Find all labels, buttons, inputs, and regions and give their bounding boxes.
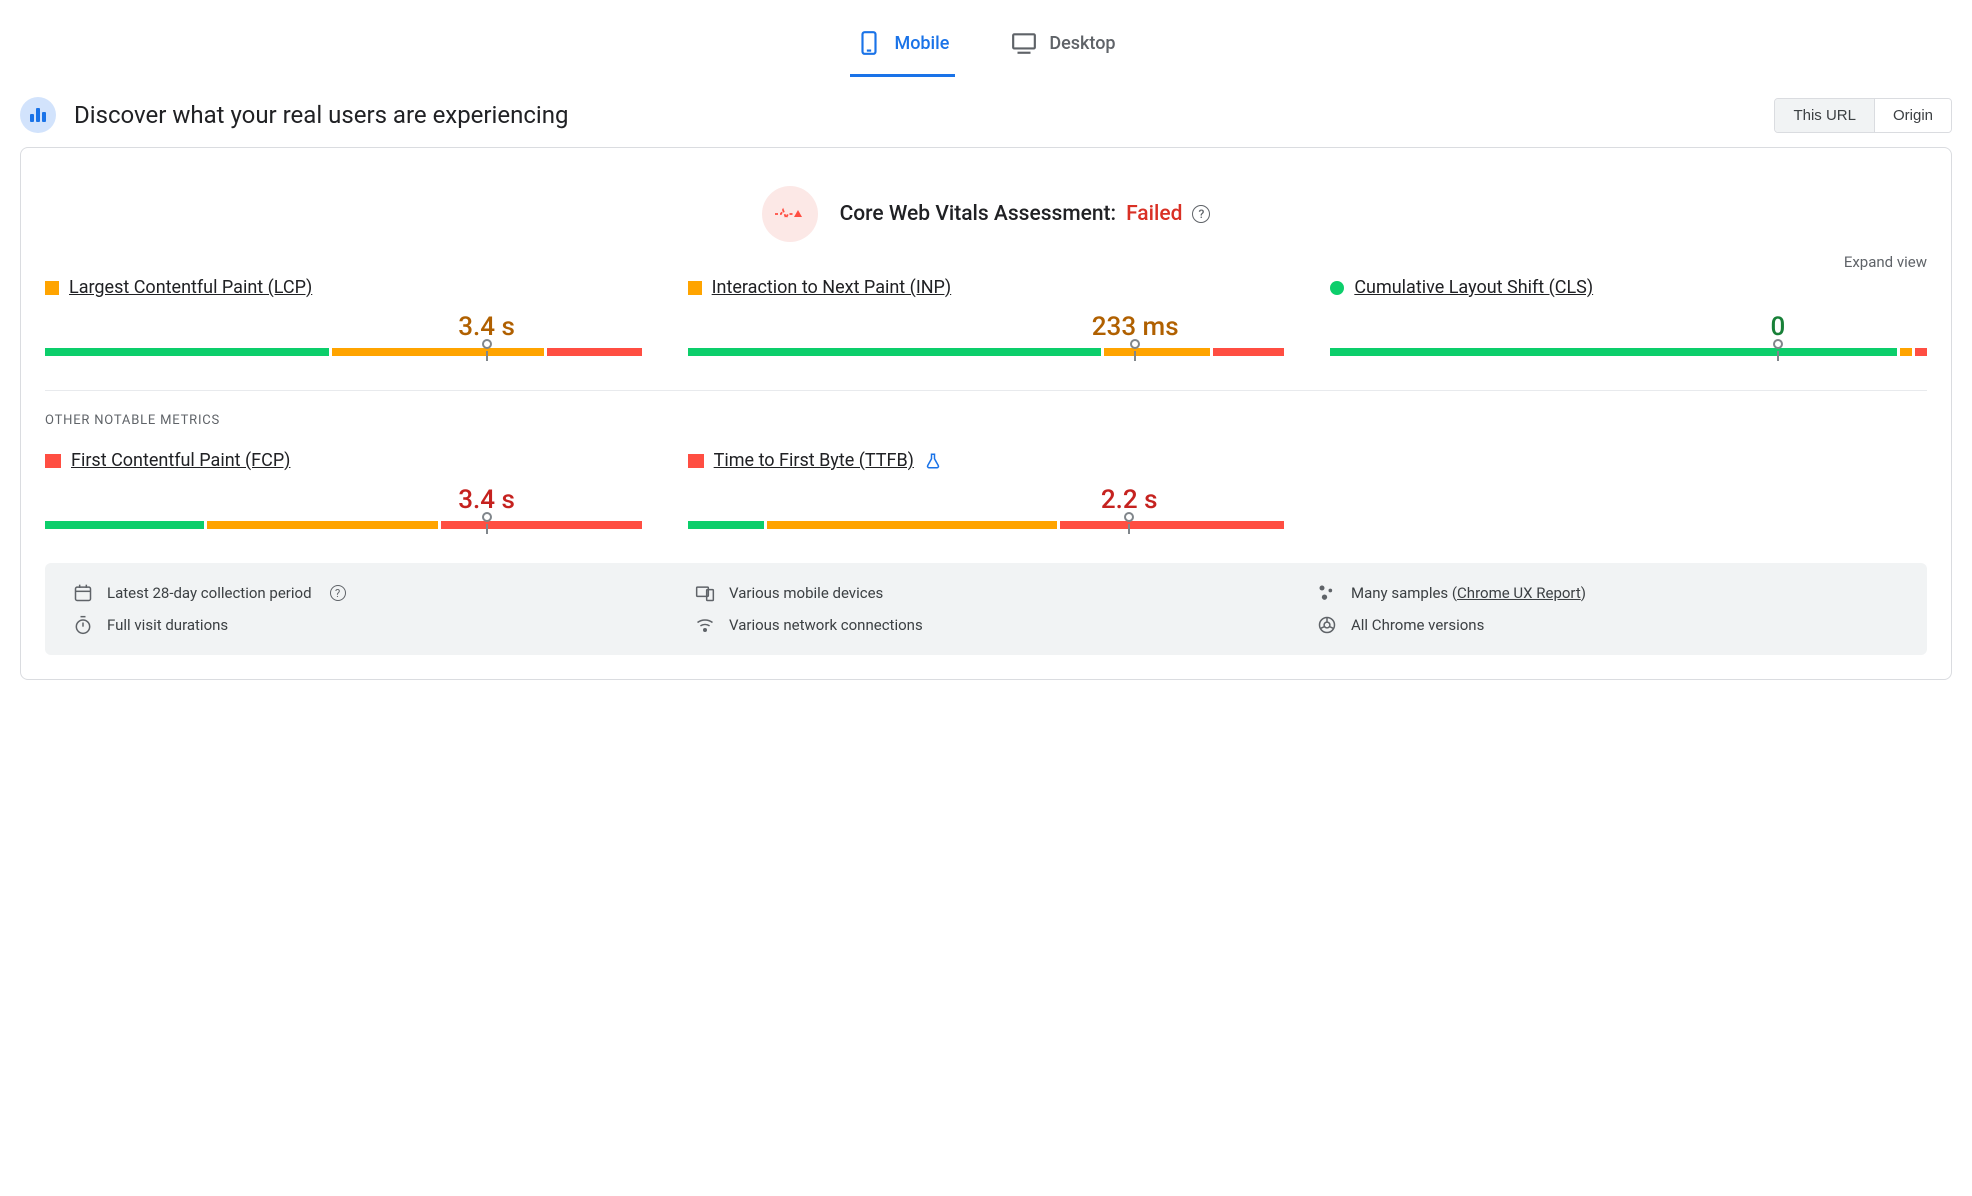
metric-lcp-name[interactable]: Largest Contentful Paint (LCP) (69, 277, 312, 298)
scatter-icon (1317, 583, 1337, 603)
metric-lcp-value: 3.4 s (458, 312, 515, 342)
metric-inp-name[interactable]: Interaction to Next Paint (INP) (712, 277, 952, 298)
expand-view-link[interactable]: Expand view (1844, 253, 1927, 271)
crux-icon (20, 97, 56, 133)
assessment-status: Failed (1126, 202, 1182, 226)
metric-ttfb-name[interactable]: Time to First Byte (TTFB) (714, 450, 914, 471)
metric-ttfb-value: 2.2 s (1101, 485, 1158, 515)
info-durations: Full visit durations (73, 615, 655, 635)
other-metrics-label: OTHER NOTABLE METRICS (45, 413, 1927, 428)
page-header: Discover what your real users are experi… (20, 97, 1952, 133)
metric-cls: Cumulative Layout Shift (CLS) 0 (1330, 277, 1927, 356)
info-network: Various network connections (695, 615, 1277, 635)
tab-desktop-label: Desktop (1049, 33, 1115, 54)
metric-inp: Interaction to Next Paint (INP) 233 ms (688, 277, 1285, 356)
info-collection-period: Latest 28-day collection period ? (73, 583, 655, 603)
metric-inp-value: 233 ms (1092, 312, 1179, 342)
chrome-ux-report-link[interactable]: Chrome UX Report (1457, 584, 1581, 602)
square-icon (688, 281, 702, 295)
calendar-icon (73, 583, 93, 603)
metric-ttfb: Time to First Byte (TTFB) 2.2 s (688, 450, 1285, 529)
cwv-card: Core Web Vitals Assessment: Failed ? Exp… (20, 147, 1952, 680)
square-icon (45, 281, 59, 295)
metric-fcp: First Contentful Paint (FCP) 3.4 s (45, 450, 642, 529)
metric-inp-bar (688, 348, 1285, 356)
metric-fcp-marker (482, 512, 492, 522)
metric-ttfb-marker (1124, 512, 1134, 522)
metric-ttfb-bar (688, 521, 1285, 529)
wifi-icon (695, 615, 715, 635)
metric-cls-name[interactable]: Cumulative Layout Shift (CLS) (1354, 277, 1593, 298)
core-metrics-grid: Largest Contentful Paint (LCP) 3.4 s Int… (45, 277, 1927, 356)
desktop-icon (1011, 30, 1037, 56)
metric-cls-marker (1773, 339, 1783, 349)
vitals-status-icon (762, 186, 818, 242)
assessment-help-icon[interactable]: ? (1192, 205, 1210, 223)
metric-lcp-marker (482, 339, 492, 349)
scope-origin-button[interactable]: Origin (1874, 99, 1951, 132)
mobile-icon (856, 30, 882, 56)
assessment-label: Core Web Vitals Assessment: (840, 202, 1117, 226)
info-bar: Latest 28-day collection period ? Variou… (45, 563, 1927, 655)
info-samples: Many samples (Chrome UX Report) (1317, 583, 1899, 603)
info-devices: Various mobile devices (695, 583, 1277, 603)
tab-mobile[interactable]: Mobile (850, 20, 955, 77)
metric-cls-bar (1330, 348, 1927, 356)
device-tabs: Mobile Desktop (20, 0, 1952, 77)
other-metrics-grid: First Contentful Paint (FCP) 3.4 s Time … (45, 450, 1927, 529)
triangle-icon (688, 454, 704, 468)
scope-segmented-control: This URL Origin (1774, 98, 1952, 133)
metric-fcp-bar (45, 521, 642, 529)
tab-mobile-label: Mobile (894, 33, 949, 54)
metric-inp-marker (1130, 339, 1140, 349)
metric-lcp-bar (45, 348, 642, 356)
metric-fcp-value: 3.4 s (458, 485, 515, 515)
page-title: Discover what your real users are experi… (74, 101, 568, 129)
metric-cls-value: 0 (1770, 312, 1785, 342)
stopwatch-icon (73, 615, 93, 635)
scope-this-url-button[interactable]: This URL (1775, 99, 1874, 132)
flask-icon (924, 452, 942, 470)
devices-icon (695, 583, 715, 603)
triangle-icon (45, 454, 61, 468)
chrome-icon (1317, 615, 1337, 635)
divider (45, 390, 1927, 391)
info-versions: All Chrome versions (1317, 615, 1899, 635)
assessment-row: Core Web Vitals Assessment: Failed ? (45, 186, 1927, 242)
tab-desktop[interactable]: Desktop (1005, 20, 1121, 77)
metric-lcp: Largest Contentful Paint (LCP) 3.4 s (45, 277, 642, 356)
circle-icon (1330, 281, 1344, 295)
info-period-help-icon[interactable]: ? (330, 585, 346, 601)
metric-fcp-name[interactable]: First Contentful Paint (FCP) (71, 450, 290, 471)
